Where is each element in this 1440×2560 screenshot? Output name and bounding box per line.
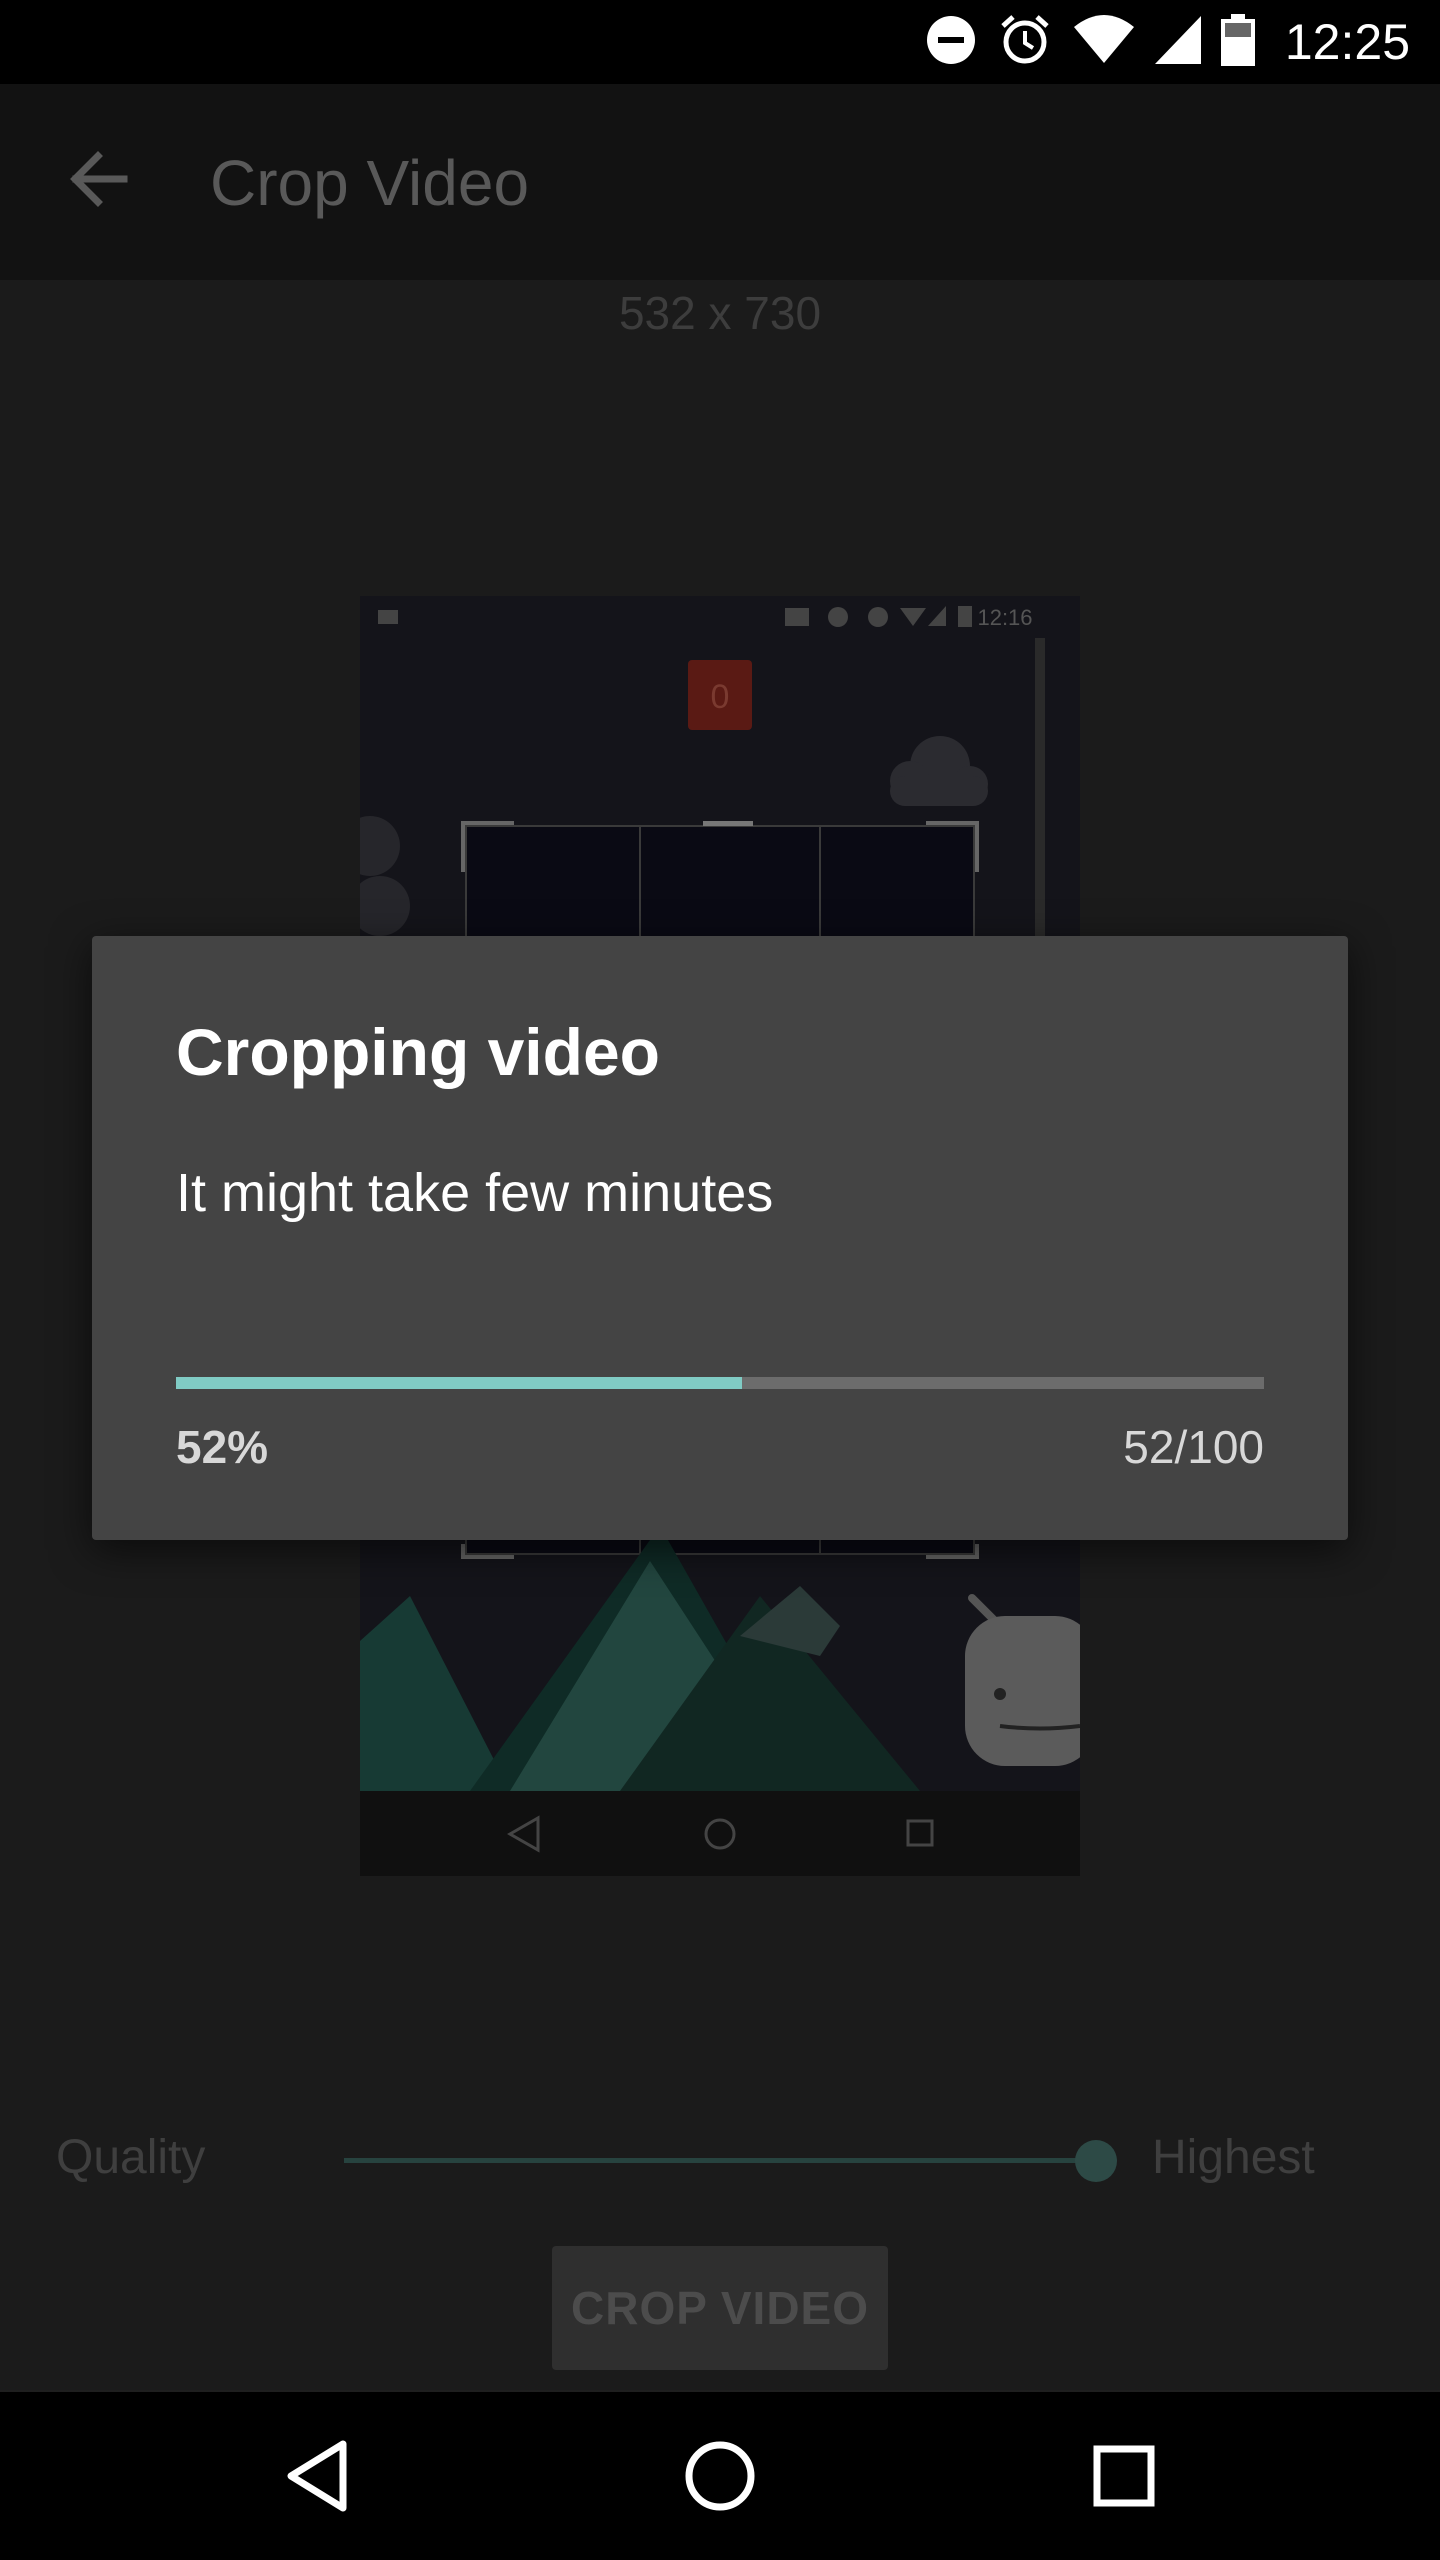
home-circle-icon[interactable] bbox=[670, 2426, 770, 2526]
progress-percent: 52% bbox=[176, 1421, 269, 1473]
progress-count: 52/100 bbox=[1123, 1421, 1264, 1473]
status-bar: 12:25 bbox=[0, 0, 1440, 84]
status-time: 12:25 bbox=[1284, 14, 1410, 70]
do-not-disturb-icon bbox=[925, 14, 977, 71]
video-dimensions: 532 x 730 bbox=[618, 287, 822, 339]
cropping-progress-dialog: Cropping video It might take few minutes… bbox=[92, 936, 1348, 1540]
progress-bar-fill bbox=[176, 1377, 742, 1389]
dialog-title: Cropping video bbox=[176, 1015, 660, 1089]
quality-label: Quality bbox=[56, 2131, 206, 2184]
crop-video-button[interactable]: CROP VIDEO bbox=[552, 2246, 888, 2370]
video-status-time: 12:16 bbox=[977, 605, 1032, 630]
dialog-message: It might take few minutes bbox=[176, 1163, 774, 1223]
back-arrow-icon[interactable] bbox=[64, 144, 134, 214]
app-bar: Crop Video bbox=[0, 84, 1440, 280]
battery-icon bbox=[1220, 13, 1255, 71]
status-icons: 12:25 bbox=[925, 0, 1410, 84]
robot-character bbox=[965, 1594, 1080, 1766]
signal-icon bbox=[1154, 15, 1201, 69]
wifi-icon bbox=[1073, 14, 1135, 70]
video-score: 0 bbox=[711, 678, 730, 716]
app-title: Crop Video bbox=[210, 147, 530, 219]
back-triangle-icon[interactable] bbox=[266, 2426, 366, 2526]
nav-bar bbox=[0, 2392, 1440, 2560]
progress-bar bbox=[176, 1377, 1264, 1389]
recents-square-icon[interactable] bbox=[1074, 2426, 1174, 2526]
quality-value: Highest bbox=[1152, 2131, 1315, 2184]
alarm-icon bbox=[997, 12, 1053, 73]
quality-slider-track[interactable] bbox=[344, 2158, 1096, 2163]
video-nav-bar bbox=[360, 1791, 1080, 1876]
quality-slider-thumb[interactable] bbox=[1075, 2140, 1117, 2182]
